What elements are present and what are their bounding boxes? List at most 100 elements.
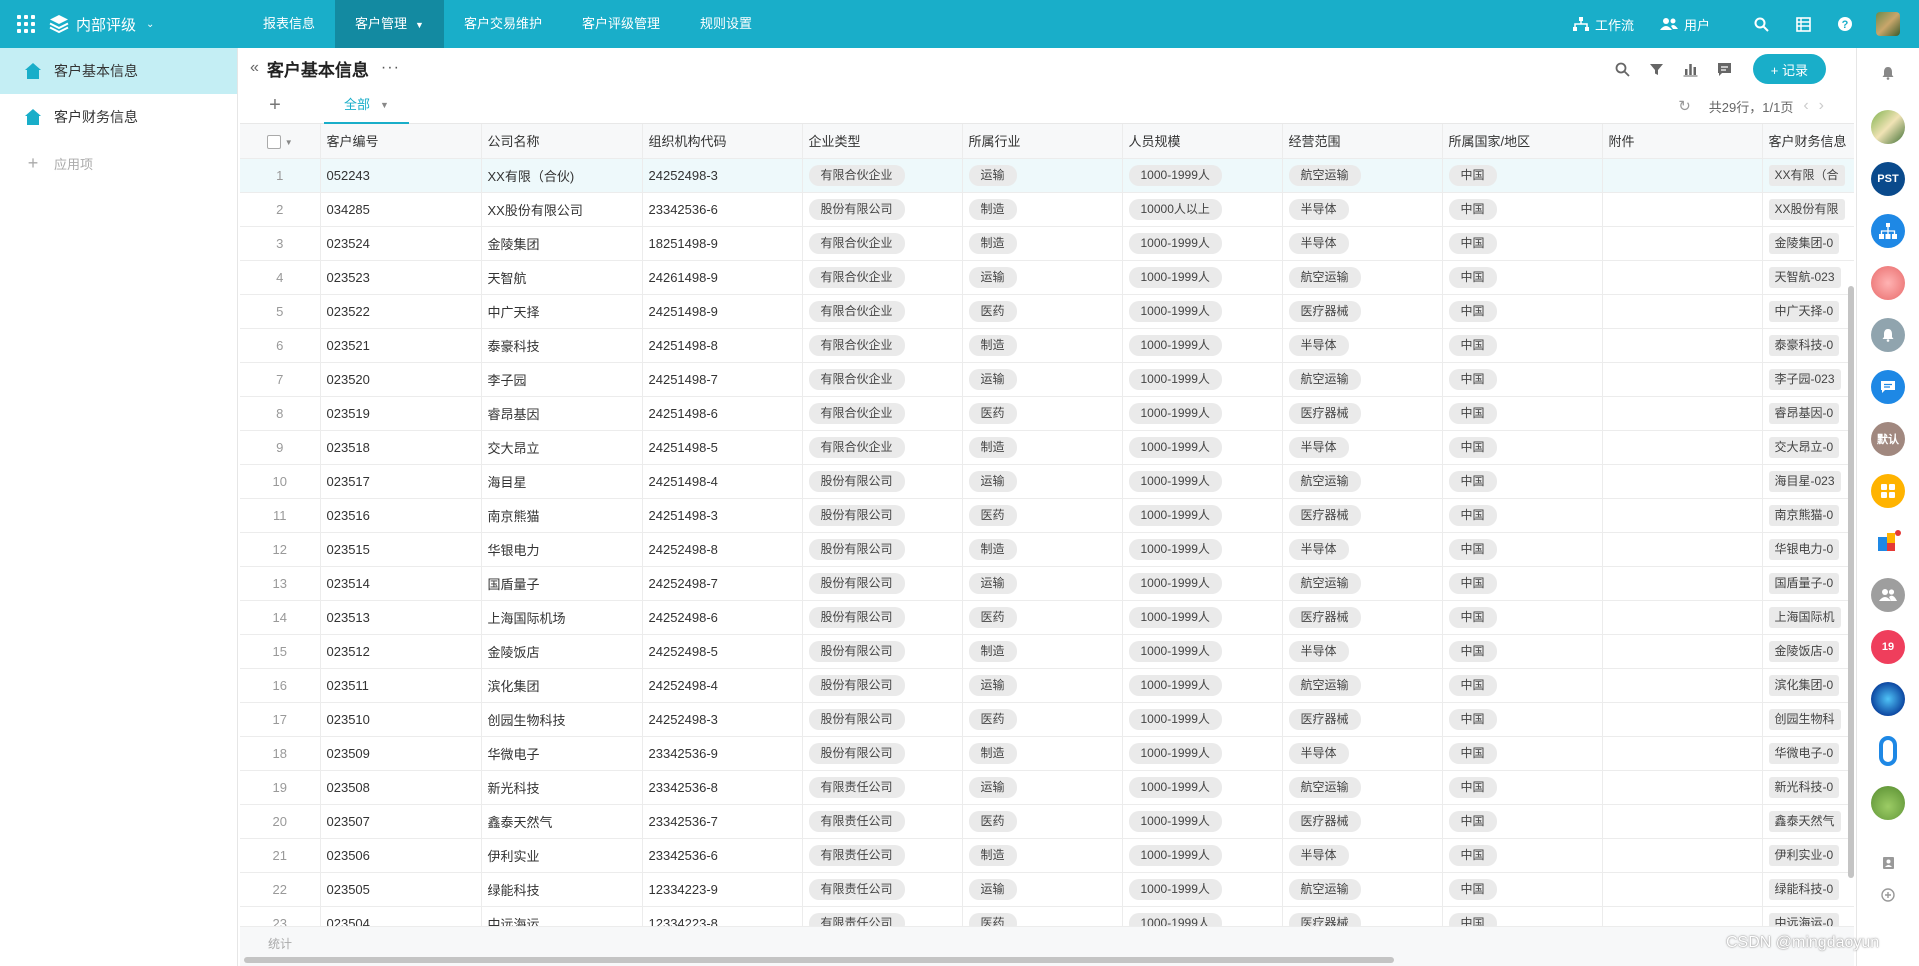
table-cell-size[interactable]: 1000-1999人: [1122, 260, 1283, 295]
table-cell-attachment[interactable]: [1602, 634, 1763, 669]
table-cell-country[interactable]: 中国: [1442, 226, 1603, 261]
add-view-icon[interactable]: +: [266, 94, 284, 117]
tab-all[interactable]: 全部 ▼: [324, 88, 409, 124]
nav-item-rules[interactable]: 规则设置: [680, 0, 772, 48]
table-cell-fin[interactable]: 金陵饭店-0: [1762, 634, 1854, 669]
column-header[interactable]: 附件: [1602, 124, 1763, 159]
table-cell-type[interactable]: 股份有限公司: [802, 566, 963, 601]
table-cell-attachment[interactable]: [1602, 294, 1763, 329]
table-cell-industry[interactable]: 制造: [962, 430, 1123, 465]
table-cell-scope[interactable]: 医疗器械: [1282, 906, 1443, 926]
table-cell-size[interactable]: 1000-1999人: [1122, 396, 1283, 431]
table-cell-industry[interactable]: 医药: [962, 600, 1123, 635]
table-cell-type[interactable]: 有限合伙企业: [802, 260, 963, 295]
table-cell-code[interactable]: 23342536-6: [642, 192, 803, 227]
table-row[interactable]: 21 023506 伊利实业 23342536-6 有限责任公司 制造 1000-1999人…: [240, 838, 1854, 873]
pst-app-icon[interactable]: PST: [1871, 162, 1905, 196]
table-cell-code[interactable]: 23342536-9: [642, 736, 803, 771]
frog-avatar[interactable]: [1871, 786, 1905, 820]
table-cell-name[interactable]: 睿昂基因: [481, 396, 643, 431]
column-header[interactable]: 客户财务信息: [1762, 124, 1854, 159]
table-cell-size[interactable]: 1000-1999人: [1122, 362, 1283, 397]
table-cell-name[interactable]: 天智航: [481, 260, 643, 295]
table-cell-fin[interactable]: 创园生物科: [1762, 702, 1854, 737]
table-cell-type[interactable]: 有限责任公司: [802, 872, 963, 907]
sidebar-add-app-item[interactable]: + 应用项: [0, 140, 237, 186]
table-cell-scope[interactable]: 航空运输: [1282, 260, 1443, 295]
table-cell-country[interactable]: 中国: [1442, 396, 1603, 431]
table-cell-country[interactable]: 中国: [1442, 838, 1603, 873]
table-cell-name[interactable]: 南京熊猫: [481, 498, 643, 533]
table-cell-type[interactable]: 有限责任公司: [802, 804, 963, 839]
app-shortcut-icon[interactable]: [1871, 734, 1905, 768]
table-cell-scope[interactable]: 医疗器械: [1282, 702, 1443, 737]
table-cell-code[interactable]: 24252498-3: [642, 702, 803, 737]
table-row[interactable]: 2 034285 XX股份有限公司 23342536-6 股份有限公司 制造 10000人以…: [240, 192, 1854, 227]
table-cell-name[interactable]: 泰豪科技: [481, 328, 643, 363]
column-header[interactable]: 经营范围: [1282, 124, 1443, 159]
table-cell-name[interactable]: 华微电子: [481, 736, 643, 771]
chart-icon[interactable]: [1679, 57, 1703, 81]
table-cell-type[interactable]: 有限合伙企业: [802, 226, 963, 261]
building-blocks-icon[interactable]: [1871, 526, 1905, 560]
table-row[interactable]: 22 023505 绿能科技 12334223-9 有限责任公司 运输 1000-1999人…: [240, 872, 1854, 907]
table-cell-fin[interactable]: 伊利实业-0: [1762, 838, 1854, 873]
table-cell-code[interactable]: 24252498-7: [642, 566, 803, 601]
table-cell-attachment[interactable]: [1602, 872, 1763, 907]
user-avatar[interactable]: [1876, 12, 1900, 36]
workflow-button[interactable]: 工作流: [1572, 15, 1634, 34]
table-cell-type[interactable]: 有限责任公司: [802, 770, 963, 805]
table-cell-scope[interactable]: 航空运输: [1282, 158, 1443, 193]
column-header[interactable]: 所属国家/地区: [1442, 124, 1603, 159]
filter-icon[interactable]: [1645, 57, 1669, 81]
select-all-checkbox[interactable]: [266, 134, 281, 149]
table-cell-size[interactable]: 1000-1999人: [1122, 430, 1283, 465]
table-cell-type[interactable]: 股份有限公司: [802, 634, 963, 669]
table-cell-country[interactable]: 中国: [1442, 600, 1603, 635]
table-cell-scope[interactable]: 医疗器械: [1282, 600, 1443, 635]
table-cell-code[interactable]: 24252498-5: [642, 634, 803, 669]
apps-grid-icon[interactable]: [14, 12, 38, 36]
table-cell-type[interactable]: 股份有限公司: [802, 702, 963, 737]
table-cell-name[interactable]: 创园生物科技: [481, 702, 643, 737]
table-cell-industry[interactable]: 医药: [962, 804, 1123, 839]
table-cell-name[interactable]: 金陵集团: [481, 226, 643, 261]
table-cell-attachment[interactable]: [1602, 600, 1763, 635]
table-cell-size[interactable]: 1000-1999人: [1122, 702, 1283, 737]
table-cell-attachment[interactable]: [1602, 328, 1763, 363]
table-cell-size[interactable]: 1000-1999人: [1122, 498, 1283, 533]
table-cell-fin[interactable]: 华银电力-0: [1762, 532, 1854, 567]
table-cell-industry[interactable]: 制造: [962, 532, 1123, 567]
table-cell-fin[interactable]: 华微电子-0: [1762, 736, 1854, 771]
table-cell-industry[interactable]: 制造: [962, 328, 1123, 363]
table-row[interactable]: 15 023512 金陵饭店 24252498-5 股份有限公司 制造 1000-1999人…: [240, 634, 1854, 669]
table-cell-fin[interactable]: 上海国际机: [1762, 600, 1854, 635]
table-cell-fin[interactable]: 泰豪科技-0: [1762, 328, 1854, 363]
table-cell-name[interactable]: 滨化集团: [481, 668, 643, 703]
table-cell-code[interactable]: 12334223-9: [642, 872, 803, 907]
table-cell-name[interactable]: 李子园: [481, 362, 643, 397]
table-cell-size[interactable]: 1000-1999人: [1122, 226, 1283, 261]
table-row[interactable]: 20 023507 鑫泰天然气 23342536-7 有限责任公司 医药 1000-1999…: [240, 804, 1854, 839]
help-icon[interactable]: ?: [1834, 13, 1856, 35]
table-cell-size[interactable]: 1000-1999人: [1122, 668, 1283, 703]
table-cell-code[interactable]: 24251498-6: [642, 396, 803, 431]
table-cell-size[interactable]: 1000-1999人: [1122, 770, 1283, 805]
table-cell-code[interactable]: 24252498-6: [642, 600, 803, 635]
table-cell-industry[interactable]: 运输: [962, 566, 1123, 601]
table-cell-code[interactable]: 23342536-8: [642, 770, 803, 805]
table-cell-attachment[interactable]: [1602, 804, 1763, 839]
table-cell-id[interactable]: 023520: [320, 362, 482, 397]
table-cell-type[interactable]: 股份有限公司: [802, 668, 963, 703]
table-cell-type[interactable]: 股份有限公司: [802, 532, 963, 567]
table-cell-fin[interactable]: XX股份有限: [1762, 192, 1854, 227]
table-row[interactable]: 14 023513 上海国际机场 24252498-6 股份有限公司 医药 1000-199…: [240, 600, 1854, 635]
table-cell-code[interactable]: 24251498-3: [642, 498, 803, 533]
table-cell-fin[interactable]: 南京熊猫-0: [1762, 498, 1854, 533]
table-row[interactable]: 3 023524 金陵集团 18251498-9 有限合伙企业 制造 1000-1999人 半…: [240, 226, 1854, 261]
table-cell-fin[interactable]: 交大昂立-0: [1762, 430, 1854, 465]
table-cell-id[interactable]: 023507: [320, 804, 482, 839]
app-switcher[interactable]: 内部评级 ⌄: [48, 13, 154, 35]
table-cell-attachment[interactable]: [1602, 430, 1763, 465]
search-icon[interactable]: [1750, 13, 1772, 35]
